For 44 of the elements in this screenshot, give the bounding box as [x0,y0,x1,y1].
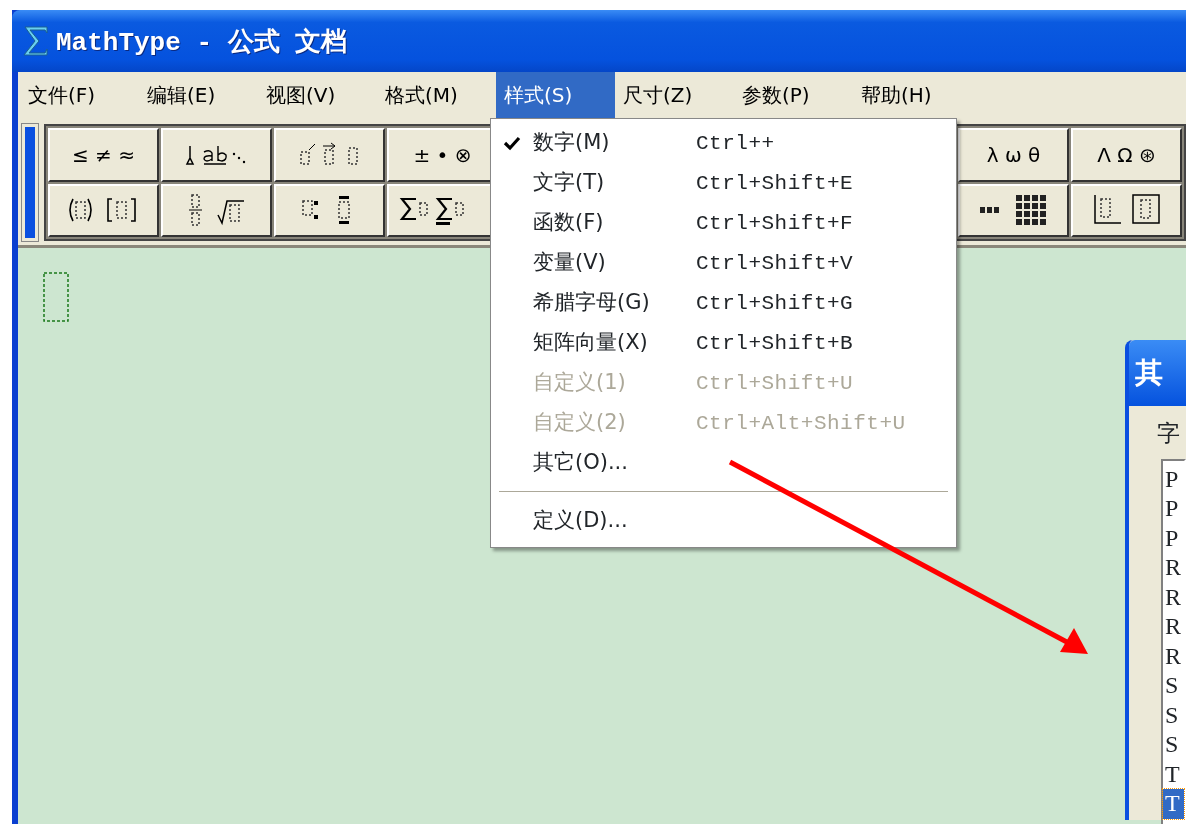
font-list-item[interactable]: S [1163,730,1184,760]
font-list-item[interactable]: R [1163,553,1184,583]
menu-item[interactable]: 样式(S) [496,72,615,118]
toolbar-grip[interactable] [22,124,38,241]
template-palette-button[interactable] [161,128,272,182]
menu-item[interactable]: 尺寸(Z) [615,72,734,118]
menu-item[interactable]: 矩阵向量(X) Ctrl+Shift+B [491,323,956,363]
field-label: 字 [1156,419,1181,448]
menu-item[interactable]: 其它(O)... [491,443,956,483]
symbol-palette-button[interactable]: Λ Ω ⊛ [1071,128,1182,182]
font-list-item[interactable]: R [1163,582,1184,612]
menu-item[interactable]: 定义(D)... [491,501,956,541]
font-list-item[interactable]: T [1163,789,1184,819]
font-list-item[interactable]: S [1163,671,1184,701]
template-palette-button[interactable] [161,183,272,237]
menu-item[interactable]: 希腊字母(G) Ctrl+Shift+G [491,283,956,323]
template-palette-button[interactable] [274,183,385,237]
font-list-item[interactable]: R [1163,641,1184,671]
font-list-item[interactable]: S [1163,700,1184,730]
menu-item[interactable]: 参数(P) [734,72,853,118]
dialog-title: 其 [1129,340,1186,406]
template-palette-button[interactable] [958,183,1069,237]
symbol-palette-button[interactable]: ≤ ≠ ≈ [48,128,159,182]
template-palette-button[interactable] [274,128,385,182]
menu-item[interactable]: 视图(V) [258,72,377,118]
check-icon [503,135,521,151]
font-list-item[interactable]: T [1163,759,1184,789]
menu-item[interactable]: 文件(F) [20,72,139,118]
menu-item[interactable]: 编辑(E) [139,72,258,118]
sigma-icon [22,25,50,57]
menu-item[interactable]: 变量(V) Ctrl+Shift+V [491,243,956,283]
font-list-item[interactable]: P [1163,494,1184,524]
font-list-item[interactable]: P [1163,464,1184,494]
template-palette-button[interactable] [1071,183,1182,237]
font-list-item[interactable]: R [1163,612,1184,642]
font-list-item[interactable]: P [1163,523,1184,553]
symbol-palette-button[interactable]: λ ω θ [958,128,1069,182]
font-list[interactable]: P P P R R R R S S S T T [1161,458,1186,824]
menu-item[interactable]: 帮助(H) [853,72,972,118]
template-palette-button[interactable] [48,183,159,237]
insertion-box-icon [43,272,71,324]
menu-item[interactable]: 函数(F) Ctrl+Shift+F [491,203,956,243]
menu-item[interactable]: 格式(M) [377,72,496,118]
window-title: MathType - 公式 文档 [56,26,348,59]
